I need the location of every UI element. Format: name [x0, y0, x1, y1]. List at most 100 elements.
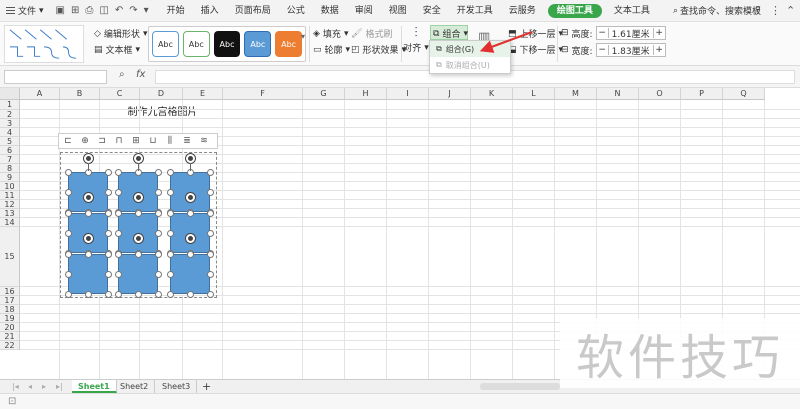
height-spinner[interactable]: − 1.61厘米 +: [595, 26, 666, 40]
row-header[interactable]: 8: [0, 164, 20, 173]
grid-square-6[interactable]: [170, 213, 210, 253]
resize-handle[interactable]: [115, 169, 122, 176]
redo-icon[interactable]: ↷: [129, 5, 137, 16]
row-header[interactable]: 13: [0, 209, 20, 218]
tab-1[interactable]: 插入: [193, 0, 227, 22]
column-header[interactable]: K: [471, 88, 513, 100]
style-swatch-white-blue[interactable]: Abc: [152, 31, 179, 57]
row-header[interactable]: 10: [0, 182, 20, 191]
sheet-tab-2[interactable]: Sheet2: [114, 380, 156, 393]
resize-handle[interactable]: [105, 251, 112, 258]
grid-square-5[interactable]: [118, 213, 158, 253]
column-header[interactable]: I: [387, 88, 429, 100]
resize-handle[interactable]: [167, 230, 174, 237]
column-header[interactable]: Q: [723, 88, 765, 100]
print-icon[interactable]: ⎙: [85, 5, 93, 16]
resize-handle[interactable]: [155, 271, 162, 278]
align-bottom-icon[interactable]: ⊔: [146, 135, 160, 147]
template-icon[interactable]: ⊞: [71, 5, 79, 16]
resize-handle[interactable]: [135, 251, 142, 258]
tab-4[interactable]: 数据: [313, 0, 347, 22]
edit-shape-button[interactable]: ◇ 编辑形状 ▾: [94, 27, 147, 41]
tab-7[interactable]: 安全: [415, 0, 449, 22]
preview-icon[interactable]: ◫: [99, 5, 108, 16]
rotate-handle-icon[interactable]: [186, 154, 195, 163]
distribute-vertical-icon[interactable]: ≣: [180, 135, 194, 147]
resize-handle[interactable]: [187, 251, 194, 258]
rotate-handle-icon[interactable]: [186, 193, 195, 202]
resize-handle[interactable]: [115, 210, 122, 217]
resize-handle[interactable]: [115, 271, 122, 278]
resize-handle[interactable]: [65, 230, 72, 237]
row-header[interactable]: 18: [0, 305, 20, 314]
height-value[interactable]: 1.61厘米: [609, 27, 653, 40]
resize-handle[interactable]: [167, 169, 174, 176]
tab-2[interactable]: 页面布局: [227, 0, 279, 22]
fill-button[interactable]: ◈ 填充 ▾: [313, 27, 348, 41]
tab-8[interactable]: 开发工具: [449, 0, 501, 22]
command-search[interactable]: ⌕ 查找命令、搜索模板: [673, 4, 761, 18]
row-header[interactable]: 22: [0, 341, 20, 350]
resize-handle[interactable]: [85, 291, 92, 298]
column-header[interactable]: H: [345, 88, 387, 100]
resize-handle[interactable]: [167, 210, 174, 217]
resize-handle[interactable]: [135, 291, 142, 298]
column-header[interactable]: O: [639, 88, 681, 100]
resize-handle[interactable]: [167, 271, 174, 278]
help-icon[interactable]: ?: [755, 4, 761, 17]
sheet-tab-1[interactable]: Sheet1: [72, 380, 117, 393]
name-box[interactable]: [4, 70, 107, 84]
zoom-fx-icon[interactable]: ⌕: [119, 69, 125, 80]
column-header[interactable]: C: [100, 88, 140, 100]
column-header[interactable]: G: [303, 88, 345, 100]
resize-handle[interactable]: [115, 251, 122, 258]
style-swatch-orange[interactable]: Abc: [275, 31, 302, 57]
shape-effects-button[interactable]: ◰ 形状效果 ▾: [351, 43, 406, 57]
style-swatch-white-green[interactable]: Abc: [182, 31, 210, 57]
grid-square-9[interactable]: [170, 254, 210, 294]
column-header[interactable]: E: [183, 88, 223, 100]
save-icon[interactable]: ▣: [56, 5, 65, 16]
resize-handle[interactable]: [167, 251, 174, 258]
width-spinner[interactable]: − 1.83厘米 +: [595, 43, 666, 57]
grid-square-7[interactable]: [68, 254, 108, 294]
row-header[interactable]: 5: [0, 137, 20, 146]
text-box-button[interactable]: ▤ 文本框 ▾: [94, 43, 140, 57]
resize-handle[interactable]: [187, 210, 194, 217]
add-sheet-button[interactable]: +: [196, 380, 217, 393]
width-decrease-button[interactable]: −: [597, 45, 609, 55]
grid-square-2[interactable]: [118, 172, 158, 212]
row-header[interactable]: 16: [0, 287, 20, 296]
resize-handle[interactable]: [65, 251, 72, 258]
row-header[interactable]: 20: [0, 323, 20, 332]
align-top-icon[interactable]: ⊓: [112, 135, 126, 147]
distribute-horizontal-icon[interactable]: ⫼: [163, 135, 177, 147]
column-header[interactable]: L: [513, 88, 555, 100]
menu-item-ungroup[interactable]: ⧉ 取消组合(U): [430, 57, 510, 73]
row-header[interactable]: 7: [0, 155, 20, 164]
fx-label[interactable]: fx: [136, 69, 145, 80]
collapse-ribbon-icon[interactable]: ⌃: [786, 4, 795, 17]
resize-handle[interactable]: [105, 291, 112, 298]
file-menu[interactable]: 文件 ▾: [0, 0, 50, 22]
row-header[interactable]: 14: [0, 218, 20, 227]
resize-handle[interactable]: [115, 189, 122, 196]
rotate-handle-icon[interactable]: [134, 154, 143, 163]
resize-handle[interactable]: [115, 291, 122, 298]
height-decrease-button[interactable]: −: [597, 28, 609, 38]
tab-6[interactable]: 视图: [381, 0, 415, 22]
style-swatch-black[interactable]: Abc: [213, 31, 241, 57]
resize-handle[interactable]: [65, 169, 72, 176]
resize-handle[interactable]: [207, 271, 214, 278]
column-header[interactable]: J: [429, 88, 471, 100]
resize-handle[interactable]: [155, 210, 162, 217]
column-header[interactable]: A: [20, 88, 60, 100]
row-header[interactable]: 6: [0, 146, 20, 155]
row-header[interactable]: 3: [0, 119, 20, 128]
resize-handle[interactable]: [207, 169, 214, 176]
resize-handle[interactable]: [105, 230, 112, 237]
column-header[interactable]: N: [597, 88, 639, 100]
rotate-handle-icon[interactable]: [84, 193, 93, 202]
row-header[interactable]: 12: [0, 200, 20, 209]
resize-handle[interactable]: [65, 189, 72, 196]
